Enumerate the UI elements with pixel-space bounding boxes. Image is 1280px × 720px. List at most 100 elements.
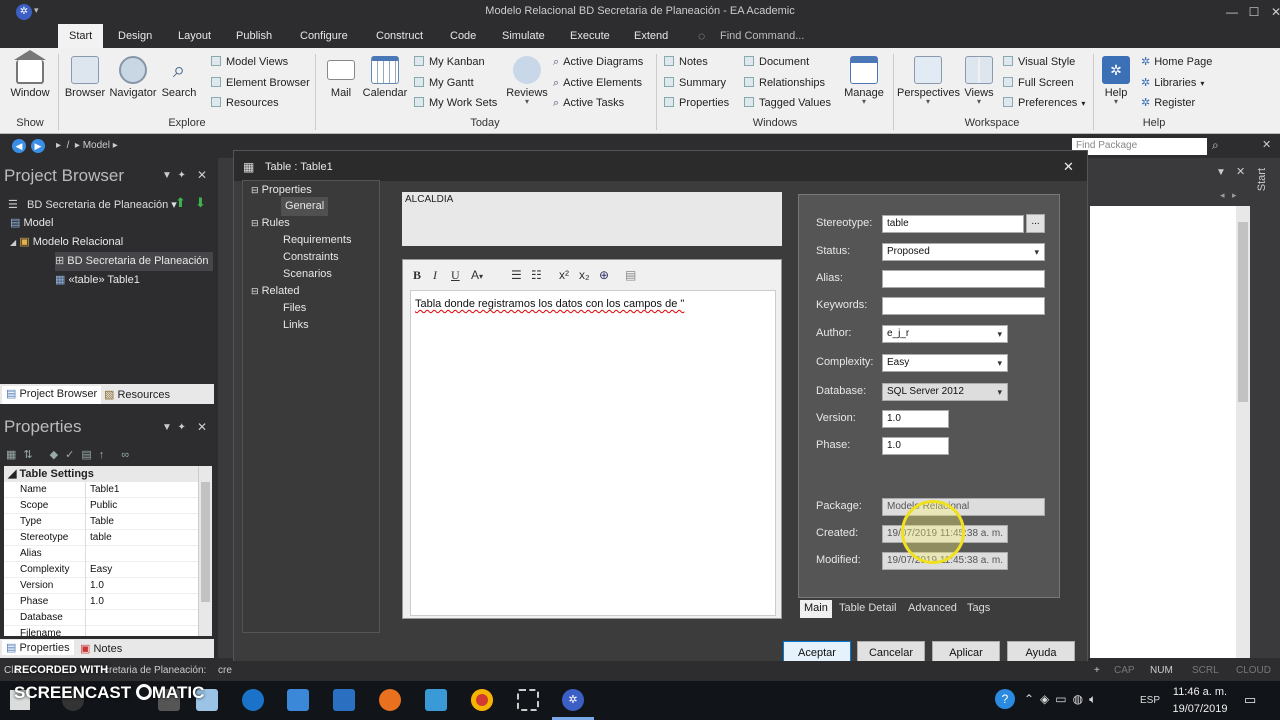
property-value[interactable]: 1.0 [90, 594, 104, 610]
register-button[interactable]: ✲ Register [1141, 94, 1195, 112]
clear-format-icon[interactable]: ▤ [625, 268, 636, 282]
my-kanban-button[interactable]: My Kanban [414, 53, 485, 71]
property-value[interactable]: Public [90, 498, 117, 514]
tab-resources[interactable]: ▧ Resources [104, 388, 170, 401]
property-row[interactable]: Filename [4, 626, 198, 636]
menu-publish[interactable]: Publish [230, 24, 278, 48]
status-select[interactable]: Proposed [882, 243, 1045, 261]
edge-icon[interactable] [242, 689, 264, 711]
nav-arrows-icon[interactable]: ◂ ▸ [1220, 190, 1237, 201]
menu-icon[interactable]: ☰ [8, 198, 18, 211]
property-value[interactable]: table [90, 530, 112, 546]
italic-button[interactable]: I [433, 268, 437, 283]
property-value[interactable]: 1.0 [90, 578, 104, 594]
help-button[interactable]: ✲ Help ▾ [1098, 56, 1134, 106]
property-row[interactable]: Name Table1 [4, 482, 198, 498]
active-elements-button[interactable]: ⌕ Active Elements [553, 74, 642, 92]
move-up-icon[interactable]: ⬆ [175, 195, 186, 211]
outlook-icon[interactable] [333, 689, 355, 711]
notes-text-area[interactable]: Tabla donde registramos los datos con lo… [410, 290, 776, 616]
property-row[interactable]: Alias [4, 546, 198, 562]
system-tray-icons[interactable]: ⌃◈▭◍🔈︎ [1024, 692, 1102, 707]
menu-design[interactable]: Design [112, 24, 158, 48]
pin-icon[interactable]: ▼ ✦ [162, 170, 186, 181]
libraries-button[interactable]: ✲ Libraries ▾ [1141, 74, 1204, 92]
document-button[interactable]: Document [744, 53, 809, 71]
tab-tags[interactable]: Tags [967, 602, 990, 614]
reviews-button[interactable]: Reviews ▾ [504, 56, 550, 106]
clock-date[interactable]: 19/07/2019 [1170, 703, 1230, 715]
enterprise-architect-icon[interactable]: ✲ [562, 689, 584, 711]
my-worksets-button[interactable]: My Work Sets [414, 94, 497, 112]
breadcrumb[interactable]: ▸ / ▸ Model ▸ [56, 140, 118, 151]
snipping-icon[interactable] [517, 689, 539, 711]
menu-start[interactable]: Start [58, 24, 104, 48]
tree-item-modelo-relacional[interactable]: ◢ ▣ Modelo Relacional [10, 233, 123, 252]
language-indicator[interactable]: ESP [1140, 695, 1160, 706]
font-color-button[interactable]: A▾ [471, 268, 483, 282]
relationships-button[interactable]: Relationships [744, 74, 825, 92]
notifications-icon[interactable]: ▭ [1244, 692, 1256, 708]
section-table-settings[interactable]: ◢ Table Settings [4, 466, 198, 482]
bullet-list-icon[interactable]: ☰ [511, 268, 522, 282]
home-page-button[interactable]: ✲ Home Page [1141, 53, 1212, 71]
active-diagrams-button[interactable]: ⌕ Active Diagrams [553, 53, 643, 71]
find-command[interactable]: Find Command... [714, 24, 810, 48]
close-icon[interactable]: ✕ [1262, 138, 1271, 151]
close-icon[interactable]: ✕ [1236, 165, 1245, 178]
phase-field[interactable]: 1.0 [882, 437, 949, 455]
property-row[interactable]: Stereotype table [4, 530, 198, 546]
clock-time[interactable]: 11:46 a. m. [1170, 686, 1230, 698]
move-down-icon[interactable]: ⬇ [195, 195, 206, 211]
pin-icon[interactable]: ▼ ✦ [162, 422, 186, 433]
superscript-icon[interactable]: x² [559, 268, 569, 282]
window-button[interactable]: Window [6, 50, 54, 99]
numbered-list-icon[interactable]: ☷ [531, 268, 542, 282]
perspectives-button[interactable]: Perspectives ▾ [897, 56, 960, 106]
name-field[interactable]: ALCALDIA [402, 192, 782, 246]
collapse-icon[interactable]: ⊟ [251, 286, 259, 296]
manage-button[interactable]: Manage ▾ [842, 56, 886, 106]
tab-advanced[interactable]: Advanced [908, 602, 957, 614]
calendar-button[interactable]: Calendar [362, 56, 408, 99]
notes-button[interactable]: Notes [664, 53, 708, 71]
author-select[interactable]: e_j_r [882, 325, 1008, 343]
property-value[interactable]: Easy [90, 562, 112, 578]
browser-button[interactable]: Browser [64, 56, 106, 99]
tree-item-bd-diagram[interactable]: ⊞ BD Secretaria de Planeación [55, 252, 213, 271]
tab-properties[interactable]: ▤ Properties [2, 640, 74, 655]
model-views-button[interactable]: Model Views [211, 53, 288, 71]
bold-button[interactable]: B [413, 268, 421, 283]
tree-item-model[interactable]: ▤ Model [10, 214, 53, 233]
tree-item-table1[interactable]: ▦ «table» Table1 [55, 271, 140, 290]
expand-icon[interactable]: ◢ [10, 238, 16, 247]
store-icon[interactable] [287, 689, 309, 711]
alias-field[interactable] [882, 270, 1045, 288]
search-button[interactable]: ⌕ Search [160, 56, 198, 99]
property-row[interactable]: Complexity Easy [4, 562, 198, 578]
chevron-down-icon[interactable]: ▼ [1216, 167, 1226, 178]
database-select[interactable]: SQL Server 2012 [882, 383, 1008, 401]
firefox-icon[interactable] [379, 689, 401, 711]
collapse-icon[interactable]: ⊟ [251, 185, 259, 195]
subscript-icon[interactable]: x₂ [579, 268, 590, 282]
tab-main[interactable]: Main [800, 600, 832, 618]
chrome-icon[interactable] [471, 689, 493, 711]
navigator-button[interactable]: Navigator [108, 56, 158, 99]
visual-style-button[interactable]: Visual Style [1003, 53, 1075, 71]
property-value[interactable]: Table [90, 514, 114, 530]
find-package-search-icon[interactable]: ⌕ [1212, 138, 1219, 153]
tab-project-browser[interactable]: ▤ Project Browser [2, 386, 102, 404]
resources-button[interactable]: Resources [211, 94, 279, 112]
full-screen-button[interactable]: Full Screen [1003, 74, 1074, 92]
preferences-button[interactable]: Preferences ▾ [1003, 94, 1085, 112]
close-icon[interactable]: ✕ [197, 168, 207, 182]
collapse-icon[interactable]: ⊟ [251, 218, 259, 228]
property-row[interactable]: Database [4, 610, 198, 626]
start-side-tab[interactable]: Start [1256, 168, 1268, 191]
summary-button[interactable]: Summary [664, 74, 726, 92]
close-icon[interactable]: ✕ [197, 420, 207, 434]
menu-simulate[interactable]: Simulate [496, 24, 551, 48]
forward-icon[interactable]: ▶ [31, 139, 45, 153]
menu-configure[interactable]: Configure [294, 24, 354, 48]
